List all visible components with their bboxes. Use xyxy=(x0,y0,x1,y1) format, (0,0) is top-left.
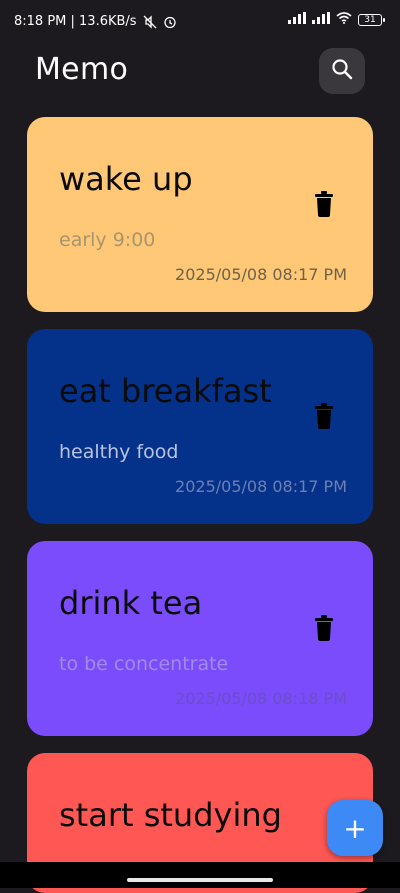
status-time-speed: 8:18 PM | 13.6KB/s xyxy=(14,14,137,29)
plus-icon: + xyxy=(343,811,367,845)
battery-icon: 31 xyxy=(358,14,385,26)
status-right: 31 xyxy=(288,12,385,28)
home-indicator[interactable] xyxy=(127,878,273,882)
memo-body: early 9:00 xyxy=(59,229,156,251)
delete-button[interactable] xyxy=(313,615,335,641)
memo-title: drink tea xyxy=(59,584,203,622)
navigation-bar xyxy=(0,862,400,888)
add-memo-button[interactable]: + xyxy=(327,800,383,856)
memo-title: start studying xyxy=(59,796,282,834)
memo-card[interactable]: eat breakfast healthy food 2025/05/08 08… xyxy=(27,329,373,524)
signal-icon xyxy=(288,12,306,28)
memo-date: 2025/05/08 08:17 PM xyxy=(175,477,347,496)
memo-body: healthy food xyxy=(59,441,179,463)
status-left: 8:18 PM | 13.6KB/s xyxy=(14,14,177,29)
status-bar: 8:18 PM | 13.6KB/s 31 xyxy=(0,0,400,46)
memo-card[interactable]: wake up early 9:00 2025/05/08 08:17 PM xyxy=(27,117,373,312)
memo-title: wake up xyxy=(59,160,193,198)
memo-card[interactable]: drink tea to be concentrate 2025/05/08 0… xyxy=(27,541,373,736)
memo-date: 2025/05/08 08:17 PM xyxy=(175,265,347,284)
search-button[interactable] xyxy=(319,48,365,94)
trash-icon xyxy=(313,403,335,433)
delete-button[interactable] xyxy=(313,403,335,429)
alarm-icon xyxy=(163,15,177,29)
wifi-icon xyxy=(336,12,352,28)
signal-2-icon xyxy=(312,12,330,28)
trash-icon xyxy=(313,615,335,645)
page-title: Memo xyxy=(35,52,129,87)
mute-icon xyxy=(143,14,157,29)
search-icon xyxy=(330,57,354,85)
delete-button[interactable] xyxy=(313,191,335,217)
trash-icon xyxy=(313,191,335,221)
memo-body: to be concentrate xyxy=(59,653,229,675)
memo-title: eat breakfast xyxy=(59,372,272,410)
memo-date: 2025/05/08 08:18 PM xyxy=(175,689,347,708)
